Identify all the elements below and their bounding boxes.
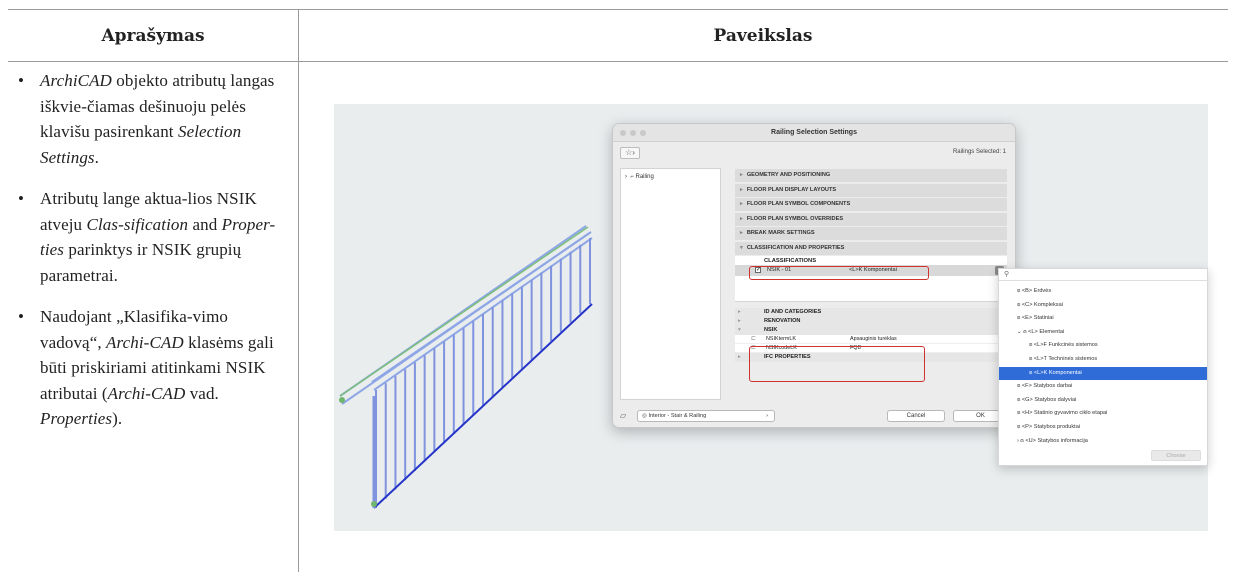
panel-floor-plan-symbol-components[interactable]: ▸ FLOOR PLAN SYMBOL COMPONENTS bbox=[735, 198, 1007, 211]
menu-item[interactable]: ⍝ <E> Statiniai bbox=[999, 312, 1207, 326]
menu-item[interactable]: ⍝ <L>K Komponentai bbox=[999, 366, 1207, 381]
text: vad. bbox=[185, 383, 219, 403]
search-icon[interactable]: ⚲ bbox=[999, 269, 1207, 281]
description-list: ArchiCAD objekto atributų langas iškvie-… bbox=[16, 68, 284, 448]
tree-item-railing[interactable]: › ⌐ Railing bbox=[625, 174, 654, 180]
text-italic: Properties bbox=[40, 409, 113, 428]
dialog-footer: ▱ ◎ Interior - Stair & Railing › Cancel O… bbox=[613, 405, 1015, 427]
menu-item[interactable]: ⍝ <G> Statybos dalyviai bbox=[999, 394, 1207, 408]
tool-tree: › ⌐ Railing bbox=[620, 168, 721, 400]
cancel-button[interactable]: Cancel bbox=[887, 410, 945, 422]
menu-item[interactable]: ⍝ <F> Statybos darbai bbox=[999, 380, 1207, 394]
menu-item[interactable]: ⍝ <B> Erdvės bbox=[999, 285, 1207, 299]
column-divider bbox=[298, 10, 299, 572]
nsik-callout bbox=[749, 346, 925, 382]
text-italic: ArchiCAD bbox=[40, 71, 112, 90]
selection-settings-dialog: Railing Selection Settings ☆› Railings S… bbox=[612, 123, 1016, 428]
dialog-toolbar: ☆› Railings Selected: 1 bbox=[613, 142, 1015, 164]
property-icon: ⊏ bbox=[751, 336, 757, 342]
menu-item[interactable]: ⍝ <P> Statybos produktai bbox=[999, 421, 1207, 435]
list-item: Atributų lange aktua-lios NSIK atveju Cl… bbox=[16, 186, 284, 288]
classification-dropdown: ⚲ ⍝ <B> Erdvės ⍝ <C> Kompleksai ⍝ <E> Stat… bbox=[998, 268, 1208, 466]
text: parinktys ir NSIK grupių parametrai. bbox=[40, 240, 242, 285]
classification-callout bbox=[749, 266, 929, 280]
favorite-select[interactable]: ◎ Interior - Stair & Railing › bbox=[637, 410, 775, 422]
text-italic: Archi-CAD bbox=[106, 332, 184, 352]
panel-floor-plan-display[interactable]: ▸ FLOOR PLAN DISPLAY LAYOUTS bbox=[735, 183, 1007, 197]
menu-item[interactable]: ⍝ <L>F Funkcinės sistemos bbox=[999, 339, 1207, 353]
text: ). bbox=[112, 409, 123, 428]
favorites-button[interactable]: ☆› bbox=[620, 147, 640, 159]
favorites-icon[interactable]: ▱ bbox=[620, 411, 626, 420]
screenshot-figure: Railing Selection Settings ☆› Railings S… bbox=[334, 104, 1208, 531]
list-item: Naudojant „Klasifika-vimo vadovą“, Archi… bbox=[16, 304, 284, 432]
column-header-picture: Paveikslas bbox=[713, 26, 813, 46]
column-header-description: Aprašymas bbox=[101, 26, 205, 46]
panel-break-mark[interactable]: ▸ BREAK MARK SETTINGS bbox=[735, 227, 1007, 240]
panel-floor-plan-symbol-overrides[interactable]: ▸ FLOOR PLAN SYMBOL OVERRIDES bbox=[735, 212, 1007, 226]
dialog-title: Railing Selection Settings bbox=[613, 124, 1015, 142]
text-italic: Clas-sification bbox=[86, 214, 189, 234]
menu-item[interactable]: ⍝ <C> Kompleksai bbox=[999, 299, 1207, 313]
panel-classification-properties[interactable]: ▾ CLASSIFICATION AND PROPERTIES bbox=[735, 241, 1007, 255]
text: and bbox=[188, 214, 222, 234]
header-divider bbox=[8, 61, 1228, 62]
property-row[interactable]: ⊏ NSIKtermLK Apsauginis turėklas bbox=[735, 335, 1007, 344]
text-italic: Archi-CAD bbox=[107, 383, 186, 403]
railing-3d-model bbox=[339, 225, 593, 509]
panel-geometry[interactable]: ▸ GEOMETRY AND POSITIONING bbox=[735, 169, 1007, 182]
group-renovation[interactable]: ▸ RENOVATION bbox=[735, 317, 1007, 326]
text: . bbox=[94, 147, 99, 167]
menu-item[interactable]: ⍝ <L>T Techninės sistemos bbox=[999, 353, 1207, 367]
group-id-categories[interactable]: ▸ ID AND CATEGORIES bbox=[735, 308, 1007, 317]
window-controls[interactable] bbox=[620, 130, 646, 136]
menu-item[interactable]: ⍝ <H> Statinio gyvavimo ciklo etapai bbox=[999, 407, 1207, 421]
menu-item[interactable]: ⌄ ⍝ <L> Elementai bbox=[999, 326, 1207, 340]
list-item: ArchiCAD objekto atributų langas iškvie-… bbox=[16, 68, 284, 170]
menu-item[interactable]: › ⍝ <U> Statybos informacija bbox=[999, 435, 1207, 449]
classifications-label: CLASSIFICATIONS bbox=[735, 256, 1007, 265]
selected-count: Railings Selected: 1 bbox=[952, 149, 1006, 155]
group-nsik[interactable]: ▾ NSIK bbox=[735, 326, 1007, 335]
choose-button[interactable]: Choose bbox=[1151, 450, 1201, 461]
